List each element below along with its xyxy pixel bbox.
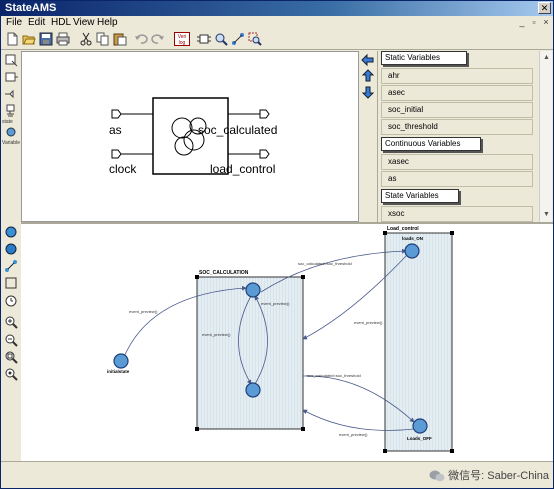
- pin-label-as: as: [109, 123, 122, 137]
- transition-label: soc_calculated<soc_threshold: [307, 373, 361, 378]
- pin-label-load-control: load_control: [210, 162, 275, 176]
- state-soc-bottom: [245, 382, 261, 398]
- add-state-icon[interactable]: [4, 225, 18, 239]
- variable-item[interactable]: as: [381, 171, 533, 187]
- redo-icon[interactable]: [151, 32, 165, 46]
- zoom-out-icon[interactable]: [4, 333, 18, 347]
- group-load-control: [384, 232, 453, 452]
- verilog-icon[interactable]: Veri log: [174, 32, 190, 46]
- menu-help[interactable]: Help: [97, 17, 118, 28]
- transition-label: event_preview(): [261, 301, 290, 306]
- zoom-in-icon[interactable]: [4, 315, 18, 329]
- state-label-load-off: Loads_OFF: [407, 436, 432, 441]
- mdi-close-button[interactable]: ×: [541, 17, 551, 27]
- continuous-variables-header[interactable]: Continuous Variables: [381, 137, 481, 151]
- pin-as: [111, 109, 122, 119]
- group-box-icon[interactable]: [4, 276, 18, 290]
- move-left-arrow-icon: [361, 53, 374, 67]
- move-up-arrow-icon: [361, 69, 375, 82]
- open-folder-icon[interactable]: [22, 32, 36, 46]
- pin-clock: [111, 149, 122, 159]
- transition-label: event_preview(): [202, 332, 231, 337]
- add-initial-state-icon[interactable]: [4, 242, 18, 256]
- pin-tool-icon[interactable]: [4, 70, 18, 84]
- group-label-load: Load_control: [387, 226, 419, 232]
- state-diagram-canvas[interactable]: SOC_CALCULATION Load_control event_previ…: [21, 224, 553, 461]
- state-label-initial: initialstate: [107, 369, 130, 374]
- variables-scrollbar[interactable]: ▲ ▼: [539, 51, 552, 222]
- variable-item[interactable]: ahr: [381, 68, 533, 84]
- menu-hdl[interactable]: HDL: [51, 17, 71, 28]
- variable-item[interactable]: xasec: [381, 154, 533, 170]
- status-bar: 微信号: Saber-China: [1, 461, 553, 488]
- transition-label: event_preview(): [354, 320, 383, 325]
- new-file-icon[interactable]: [5, 32, 19, 46]
- wechat-icon: [429, 470, 445, 482]
- pin-soc-calculated: [259, 109, 270, 119]
- variable-tool-label: Variable: [2, 140, 20, 146]
- toolbar: Veri log: [1, 30, 553, 50]
- variable-item[interactable]: xsoc: [381, 206, 533, 222]
- watermark: 微信号: Saber-China: [429, 467, 549, 483]
- variable-item[interactable]: soc_initial: [381, 102, 533, 118]
- ground-tool-icon[interactable]: [4, 104, 18, 118]
- variable-arrows-column: [359, 51, 377, 222]
- state-tool-icon[interactable]: [4, 125, 18, 139]
- clock-tool-icon[interactable]: [4, 293, 18, 307]
- port-tool-icon[interactable]: [4, 87, 18, 101]
- close-window-button[interactable]: ✕: [538, 2, 551, 14]
- state-soc-top: [245, 282, 261, 298]
- zoom-fit-icon[interactable]: [214, 32, 228, 46]
- zoom-select-icon[interactable]: [248, 32, 262, 46]
- state-variables-header[interactable]: State Variables: [381, 189, 459, 203]
- state-label-load-on: loads_ON: [402, 236, 423, 241]
- undo-icon[interactable]: [134, 32, 148, 46]
- variable-item[interactable]: asec: [381, 85, 533, 101]
- select-pointer-icon[interactable]: [4, 53, 18, 67]
- move-down-arrow-icon: [361, 86, 375, 99]
- state-initial: [113, 353, 129, 369]
- mdi-minimize-button[interactable]: _: [517, 17, 527, 27]
- scroll-up-arrow-icon[interactable]: ▲: [541, 52, 552, 63]
- menu-bar: File Edit HDL View Help: [1, 16, 553, 30]
- static-variables-header[interactable]: Static Variables: [381, 51, 467, 65]
- pin-load-control: [259, 149, 270, 159]
- menu-edit[interactable]: Edit: [28, 17, 45, 28]
- application-window: StateAMS ✕ File Edit HDL View Help _ ▫ ×: [0, 0, 554, 489]
- watermark-text: 微信号: Saber-China: [448, 470, 549, 482]
- symbol-editor-canvas[interactable]: as clock soc_calculated load_control: [21, 51, 359, 222]
- scroll-down-arrow-icon[interactable]: ▼: [541, 209, 552, 220]
- menu-file[interactable]: File: [6, 17, 22, 28]
- transition-label: soc_calculated>soc_threshold: [298, 261, 352, 266]
- mdi-restore-button[interactable]: ▫: [529, 17, 539, 27]
- svg-text:log: log: [179, 40, 186, 46]
- state-load-on: [404, 243, 420, 259]
- group-label-soc: SOC_CALCULATION: [199, 270, 249, 276]
- symbol-tool-palette: state Variable: [1, 51, 21, 222]
- state-tool-palette: [1, 223, 21, 461]
- print-icon[interactable]: [56, 32, 70, 46]
- transition-label: event_preview(): [129, 309, 158, 314]
- symbol-icon[interactable]: [197, 32, 211, 46]
- zoom-fit-icon[interactable]: [4, 367, 18, 381]
- save-icon[interactable]: [39, 32, 53, 46]
- cut-icon[interactable]: [79, 32, 93, 46]
- variable-item[interactable]: soc_threshold: [381, 119, 533, 135]
- group-soc-calculation: [196, 276, 304, 430]
- state-load-off: [412, 418, 428, 434]
- pin-label-clock: clock: [109, 162, 137, 176]
- variables-panel: Static Variables ahr asec soc_initial so…: [377, 51, 539, 222]
- copy-icon[interactable]: [96, 32, 110, 46]
- paste-icon[interactable]: [113, 32, 127, 46]
- menu-view[interactable]: View: [73, 17, 95, 28]
- title-bar[interactable]: StateAMS ✕: [1, 1, 553, 16]
- connect-icon[interactable]: [231, 32, 245, 46]
- transition-label: event_preview(): [339, 432, 368, 437]
- window-title: StateAMS: [5, 2, 57, 14]
- transition-tool-icon[interactable]: [4, 259, 18, 273]
- pin-label-soc-calculated: soc_calculated: [198, 123, 277, 137]
- zoom-area-icon[interactable]: [4, 350, 18, 364]
